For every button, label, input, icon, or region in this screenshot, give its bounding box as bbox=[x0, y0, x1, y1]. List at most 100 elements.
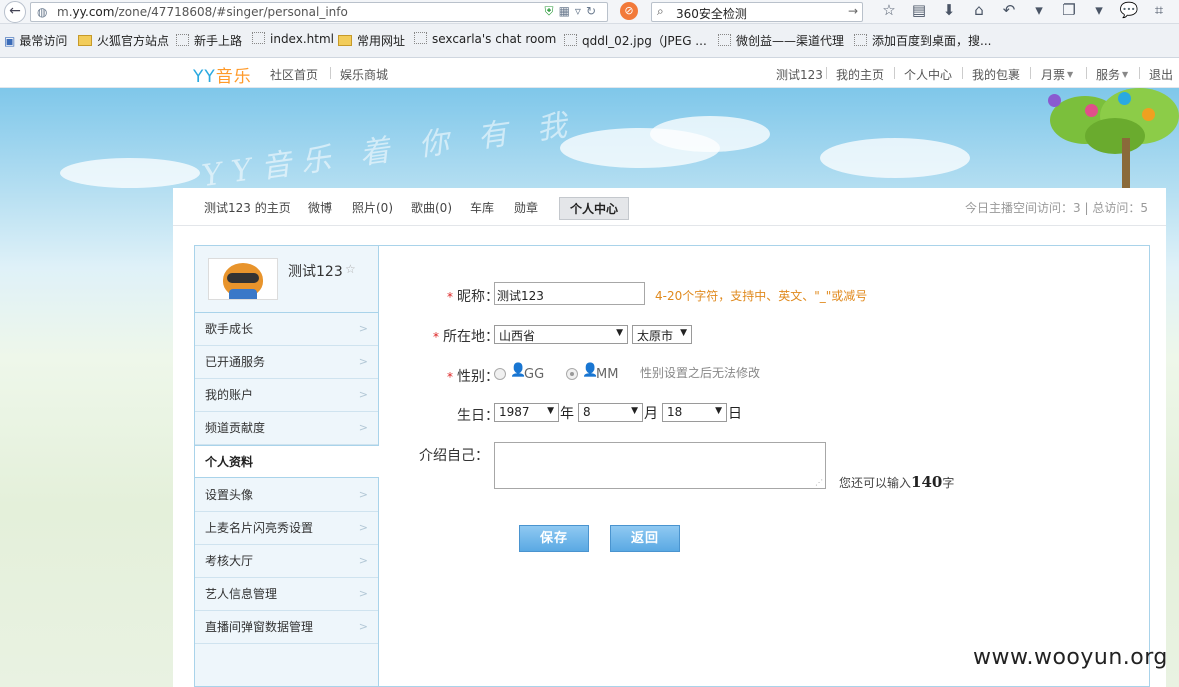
nav-divider bbox=[1030, 67, 1031, 79]
day-unit: 日 bbox=[728, 406, 742, 422]
nav-divider bbox=[894, 67, 895, 79]
bookmark-common-sites[interactable]: 常用网址 bbox=[338, 32, 405, 49]
dropdown-arrow-icon: ▼ bbox=[547, 406, 554, 416]
chevron-right-icon: > bbox=[358, 521, 368, 534]
cloud bbox=[820, 138, 970, 178]
url-bar[interactable]: ◍ m.yy.com/zone/47718608/#singer/persona… bbox=[30, 2, 608, 22]
bookmark-chat-room[interactable]: sexcarla's chat room bbox=[414, 32, 556, 46]
search-icon: ⌕ bbox=[657, 4, 664, 18]
home-icon[interactable]: ⌂ bbox=[964, 1, 994, 19]
dropdown-arrow-icon: ▼ bbox=[616, 328, 623, 338]
bookmark-getting-started[interactable]: 新手上路 bbox=[176, 32, 242, 49]
nav-my-package[interactable]: 我的包裹 bbox=[972, 66, 1020, 83]
yy-music-logo[interactable]: YY音乐 bbox=[193, 62, 252, 87]
undo-icon[interactable]: ↶ bbox=[994, 1, 1024, 19]
sidebar-item-singer-growth[interactable]: 歌手成长 > bbox=[195, 313, 378, 346]
cloud bbox=[60, 158, 200, 188]
birthday-label: 生日： bbox=[457, 408, 499, 424]
nav-services[interactable]: 服务 ▼ bbox=[1096, 66, 1128, 83]
nav-username[interactable]: 测试123 bbox=[776, 66, 823, 83]
sidebar-item-services[interactable]: 已开通服务 > bbox=[195, 346, 378, 379]
tab-personal-center[interactable]: 个人中心 bbox=[559, 197, 630, 220]
dropdown-arrow-icon: ▼ bbox=[715, 406, 722, 416]
sidebar-profile: 测试123 ☆ bbox=[195, 246, 378, 313]
tab-garage[interactable]: 车库 bbox=[470, 199, 494, 216]
chevron-down-icon: ▼ bbox=[1067, 70, 1074, 79]
level-star-icon: ☆ bbox=[345, 262, 356, 276]
sidebar-item-contribution[interactable]: 频道贡献度 > bbox=[195, 412, 378, 445]
decoration-circle-icon bbox=[1142, 108, 1155, 121]
tab-songs[interactable]: 歌曲(0) bbox=[411, 199, 452, 216]
bookmark-jpeg[interactable]: qddl_02.jpg（JPEG ... bbox=[564, 32, 707, 49]
bookmark-channel[interactable]: 微创益——渠道代理 bbox=[718, 32, 844, 49]
nav-personal-center[interactable]: 个人中心 bbox=[904, 66, 952, 83]
back-arrow-icon[interactable]: ← bbox=[4, 1, 26, 23]
nickname-hint: 4-20个字符，支持中、英文、"_"或减号 bbox=[655, 289, 868, 303]
nav-monthly-ticket[interactable]: 月票 ▼ bbox=[1041, 66, 1073, 83]
nav-community-home[interactable]: 社区首页 bbox=[270, 66, 318, 83]
gender-gg-radio[interactable] bbox=[494, 368, 506, 380]
sidebar-item-assessment[interactable]: 考核大厅 > bbox=[195, 545, 378, 578]
back-button[interactable]: 返回 bbox=[610, 525, 680, 552]
sidebar-username: 测试123 bbox=[288, 264, 343, 280]
nav-my-homepage[interactable]: 我的主页 bbox=[836, 66, 884, 83]
bookmark-star-icon[interactable]: ☆ bbox=[874, 1, 904, 19]
globe-icon: ◍ bbox=[37, 5, 48, 19]
province-select[interactable]: 山西省 ▼ bbox=[494, 325, 628, 344]
bookmark-most-visited[interactable]: ▣ 最常访问 bbox=[4, 32, 67, 49]
sidebar-item-set-avatar[interactable]: 设置头像 > bbox=[195, 479, 378, 512]
search-text: 360安全检测 bbox=[676, 7, 747, 21]
page-icon[interactable]: ❐ bbox=[1054, 1, 1084, 19]
bookmark-firefox[interactable]: 火狐官方站点 bbox=[78, 32, 169, 49]
tab-homepage[interactable]: 测试123 的主页 bbox=[204, 199, 291, 216]
history-dropdown-icon[interactable]: ▾ bbox=[1024, 1, 1054, 19]
avatar[interactable] bbox=[208, 258, 278, 300]
female-user-icon: 👤 bbox=[582, 363, 599, 378]
tab-weibo[interactable]: 微博 bbox=[308, 199, 332, 216]
sidebar-item-account[interactable]: 我的账户 > bbox=[195, 379, 378, 412]
main-panel: 测试123 的主页 微博 照片(0) 歌曲(0) 车库 勋章 个人中心 今日主播… bbox=[173, 188, 1166, 687]
location-label: * 所在地： bbox=[433, 329, 499, 345]
gender-mm-label: MM bbox=[596, 367, 619, 382]
nav-divider bbox=[962, 67, 963, 79]
gender-gg-label: GG bbox=[524, 367, 545, 382]
city-select[interactable]: 太原市 ▼ bbox=[632, 325, 692, 344]
gender-mm-radio[interactable] bbox=[566, 368, 578, 380]
nav-logout[interactable]: 退出 bbox=[1149, 66, 1173, 83]
sidebar-item-popup-data[interactable]: 直播间弹窗数据管理 > bbox=[195, 611, 378, 644]
folder-icon bbox=[338, 35, 352, 46]
birth-year-select[interactable]: 1987 ▼ bbox=[494, 403, 559, 422]
watermark: www.wooyun.org bbox=[973, 645, 1168, 670]
nav-entertainment-mall[interactable]: 娱乐商城 bbox=[340, 66, 388, 83]
gender-hint: 性别设置之后无法修改 bbox=[640, 366, 761, 380]
folder-icon bbox=[78, 35, 92, 46]
download-icon[interactable]: ⬇ bbox=[934, 1, 964, 19]
personal-info-form: * 昵称： 测试123 4-20个字符，支持中、英文、"_"或减号 * 所在地： 山… bbox=[379, 245, 1150, 687]
menu-dropdown-icon[interactable]: ▾ bbox=[1084, 1, 1114, 19]
sidebar-item-artist-info[interactable]: 艺人信息管理 > bbox=[195, 578, 378, 611]
tree-decoration bbox=[1030, 88, 1179, 188]
chevron-right-icon: > bbox=[358, 421, 368, 434]
tab-medals[interactable]: 勋章 bbox=[514, 199, 538, 216]
page-icon bbox=[718, 34, 731, 46]
chat-icon[interactable]: 💬 bbox=[1114, 1, 1144, 19]
sidebar-item-personal-info[interactable]: 个人资料 bbox=[195, 445, 379, 478]
bookmark-index[interactable]: index.html bbox=[252, 32, 334, 46]
reading-list-icon[interactable]: ▤ bbox=[904, 1, 934, 19]
nickname-input[interactable]: 测试123 bbox=[494, 282, 645, 305]
tab-photos[interactable]: 照片(0) bbox=[352, 199, 393, 216]
url-text: m.yy.com/zone/47718608/#singer/personal_… bbox=[57, 5, 348, 19]
birth-month-select[interactable]: 8 ▼ bbox=[578, 403, 643, 422]
save-button[interactable]: 保存 bbox=[519, 525, 589, 552]
nav-divider bbox=[1139, 67, 1140, 79]
birth-day-select[interactable]: 18 ▼ bbox=[662, 403, 727, 422]
bookmark-baidu[interactable]: 添加百度到桌面，搜... bbox=[854, 32, 991, 49]
crop-icon[interactable]: ⌗ bbox=[1144, 1, 1174, 19]
adblock-icon[interactable]: ⊘ bbox=[620, 2, 638, 20]
intro-textarea[interactable]: ⋰ bbox=[494, 442, 826, 489]
nav-divider bbox=[1086, 67, 1087, 79]
chevron-right-icon: > bbox=[358, 488, 368, 501]
search-bar[interactable]: ⌕ 360安全检测 → bbox=[651, 2, 863, 22]
sidebar-item-card-show[interactable]: 上麦名片闪亮秀设置 > bbox=[195, 512, 378, 545]
search-go-icon[interactable]: → bbox=[848, 4, 858, 18]
